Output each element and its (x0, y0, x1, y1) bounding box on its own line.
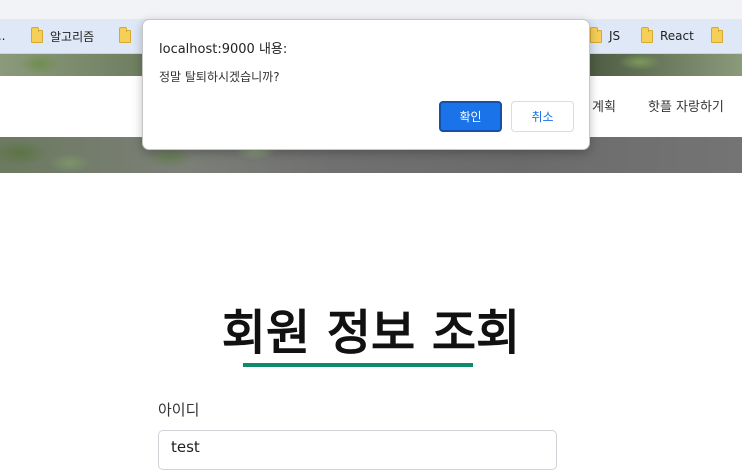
folder-icon (119, 26, 131, 43)
bookmark-label: React (660, 29, 694, 43)
bookmark-label: 알고리즘 (50, 29, 95, 44)
id-field[interactable]: test (158, 430, 557, 470)
dialog-title: localhost:9000 내용: (159, 42, 288, 57)
bookmark-label: ... (0, 29, 6, 43)
nav-link-hotplace[interactable]: 핫플 자랑하기 (648, 96, 724, 115)
bookmark-item[interactable]: JS (590, 19, 620, 53)
confirm-dialog: localhost:9000 내용: 정말 탈퇴하시겠습니까? 확인 취소 (142, 19, 590, 150)
nav-link-plan[interactable]: 계획 (592, 96, 616, 115)
title-underline (243, 363, 473, 367)
folder-icon (711, 26, 723, 43)
folder-icon (31, 26, 43, 43)
bookmark-item[interactable] (119, 19, 138, 53)
bookmark-item[interactable] (711, 19, 730, 53)
browser-top-strip (0, 0, 742, 19)
bookmark-item[interactable]: ... (0, 19, 5, 53)
page-title: 회원 정보 조회 (221, 305, 521, 361)
bookmark-label: JS (609, 29, 621, 43)
confirm-button[interactable]: 확인 (439, 101, 502, 132)
folder-icon (590, 26, 602, 43)
folder-icon (641, 26, 653, 43)
dialog-message: 정말 탈퇴하시겠습니까? (159, 70, 280, 84)
bookmark-item[interactable]: 알고리즘 (31, 19, 94, 53)
id-label: 아이디 (158, 401, 200, 419)
bookmark-item[interactable]: React (641, 19, 694, 53)
cancel-button[interactable]: 취소 (511, 101, 574, 132)
